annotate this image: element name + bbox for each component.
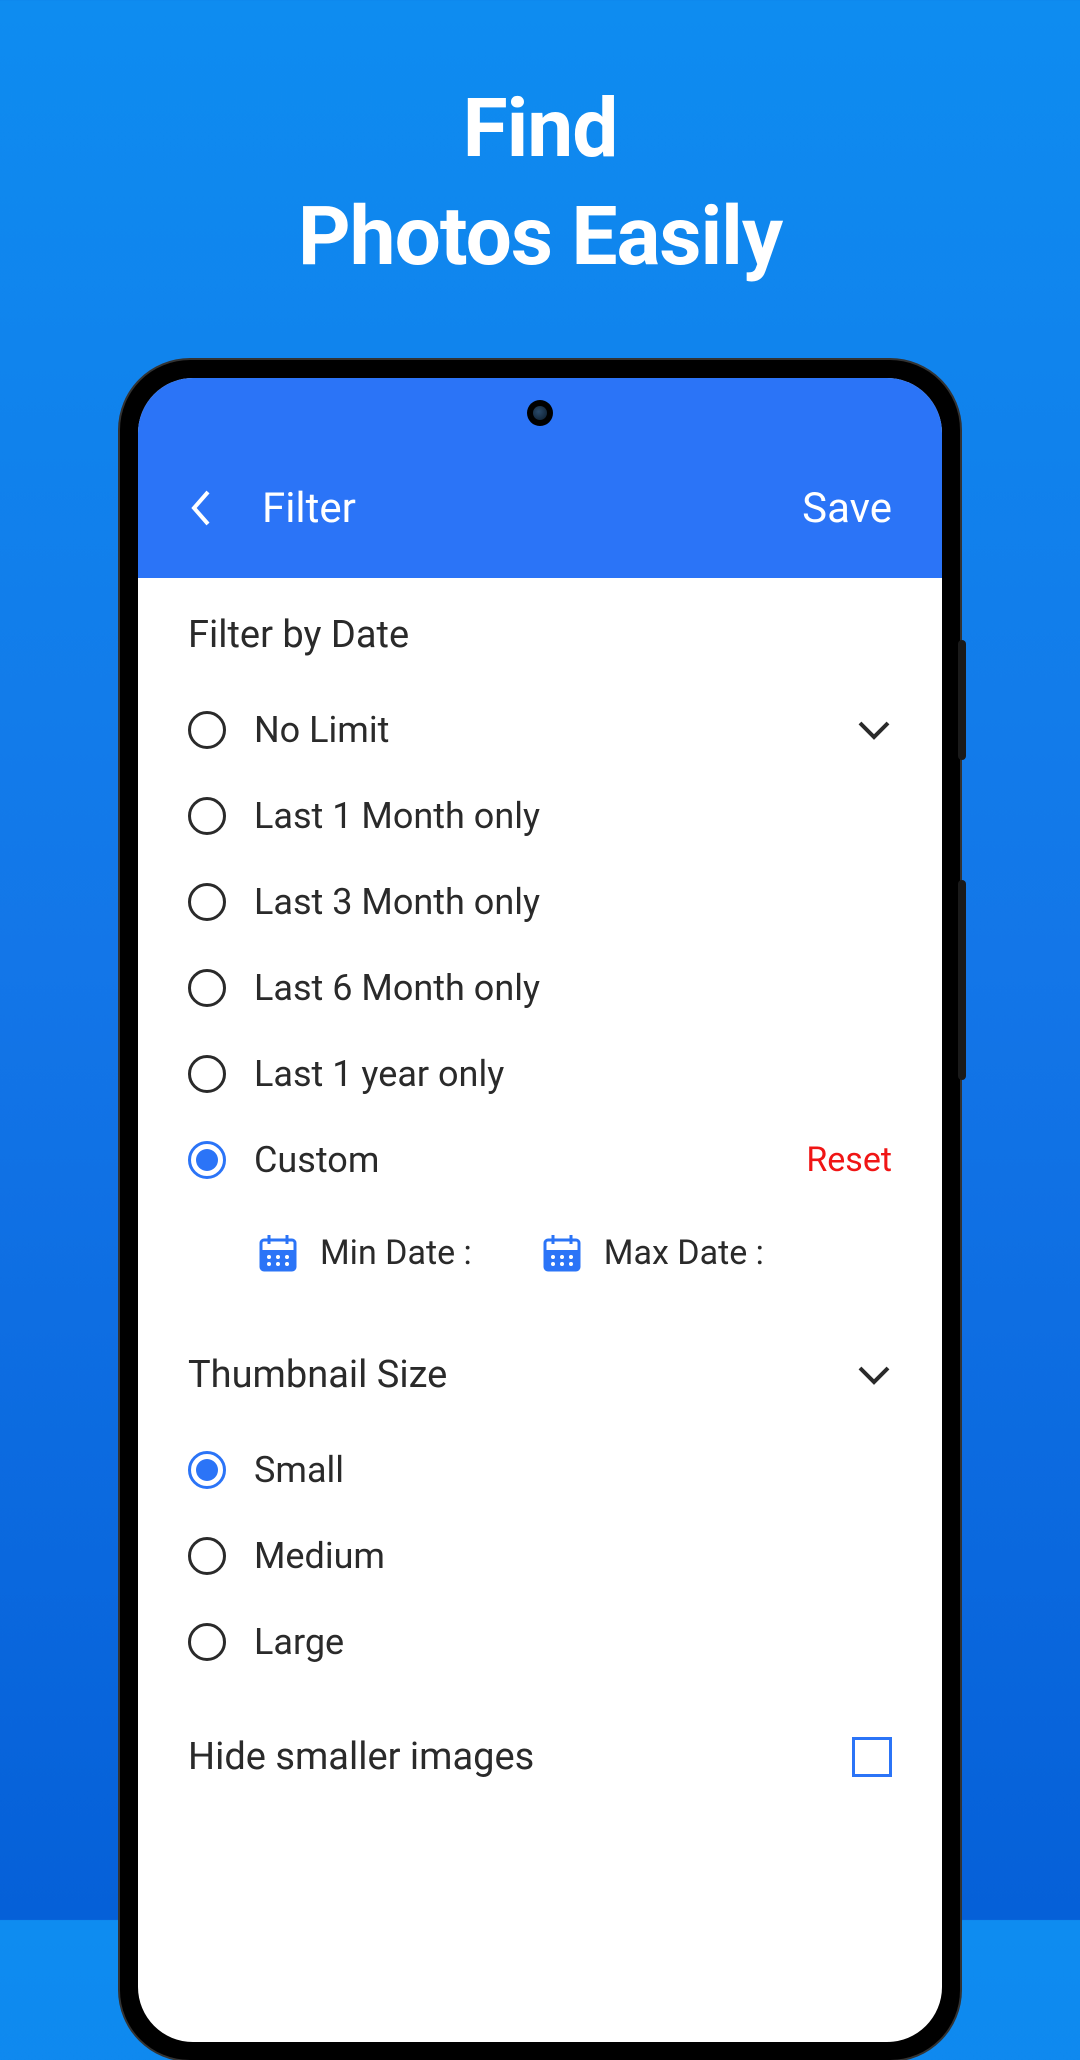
hide-smaller-title: Hide smaller images	[188, 1735, 534, 1779]
radio-label: Small	[254, 1449, 344, 1491]
phone-frame: Filter Save Filter by Date No Limit Last…	[120, 360, 960, 2060]
calendar-icon	[258, 1233, 298, 1273]
chevron-down-icon	[856, 1364, 892, 1386]
hide-smaller-row[interactable]: Hide smaller images	[188, 1735, 892, 1779]
header-left: Filter	[188, 484, 356, 533]
radio-option-6month[interactable]: Last 6 Month only	[188, 945, 892, 1031]
checkbox-icon	[852, 1737, 892, 1777]
radio-icon	[188, 797, 226, 835]
min-date-label: Min Date :	[320, 1233, 472, 1273]
radio-icon	[188, 883, 226, 921]
promo-line2: Photos Easily	[0, 188, 1080, 286]
radio-option-custom[interactable]: Custom Reset	[188, 1117, 892, 1203]
max-date-label: Max Date :	[604, 1233, 764, 1273]
radio-option-no-limit[interactable]: No Limit	[188, 687, 892, 773]
radio-option-1year[interactable]: Last 1 year only	[188, 1031, 892, 1117]
date-pickers: Min Date : Max Date :	[188, 1203, 892, 1313]
phone-side-button	[958, 880, 966, 1080]
radio-label: No Limit	[254, 709, 389, 751]
min-date-picker[interactable]: Min Date :	[258, 1233, 472, 1273]
save-button[interactable]: Save	[802, 484, 892, 533]
radio-option-medium[interactable]: Medium	[188, 1513, 892, 1599]
radio-label: Medium	[254, 1535, 385, 1577]
radio-icon	[188, 1055, 226, 1093]
calendar-icon	[542, 1233, 582, 1273]
radio-label: Last 3 Month only	[254, 881, 540, 923]
thumbnail-size-title: Thumbnail Size	[188, 1353, 447, 1397]
max-date-picker[interactable]: Max Date :	[542, 1233, 764, 1273]
phone-side-button	[958, 640, 966, 760]
radio-icon	[188, 969, 226, 1007]
radio-label: Last 6 Month only	[254, 967, 540, 1009]
camera-notch	[527, 400, 553, 426]
radio-icon	[188, 1537, 226, 1575]
promo-line1: Find	[0, 80, 1080, 178]
radio-option-large[interactable]: Large	[188, 1599, 892, 1685]
radio-option-1month[interactable]: Last 1 Month only	[188, 773, 892, 859]
radio-label: Custom	[254, 1139, 379, 1181]
phone-screen: Filter Save Filter by Date No Limit Last…	[138, 378, 942, 2042]
radio-option-3month[interactable]: Last 3 Month only	[188, 859, 892, 945]
radio-label: Last 1 year only	[254, 1053, 504, 1095]
radio-label: Large	[254, 1621, 344, 1663]
chevron-down-icon[interactable]	[856, 719, 892, 741]
page-title: Filter	[262, 484, 356, 533]
filter-by-date-title: Filter by Date	[188, 613, 892, 657]
thumbnail-size-section: Thumbnail Size Small Medium Large	[188, 1353, 892, 1685]
radio-icon	[188, 1451, 226, 1489]
promo-title: Find Photos Easily	[0, 0, 1080, 287]
radio-label: Last 1 Month only	[254, 795, 540, 837]
radio-icon	[188, 711, 226, 749]
radio-icon	[188, 1141, 226, 1179]
back-icon[interactable]	[188, 488, 212, 528]
content: Filter by Date No Limit Last 1 Month onl…	[138, 578, 942, 1779]
radio-option-small[interactable]: Small	[188, 1427, 892, 1513]
radio-icon	[188, 1623, 226, 1661]
thumbnail-size-header[interactable]: Thumbnail Size	[188, 1353, 892, 1397]
reset-button[interactable]: Reset	[806, 1140, 892, 1180]
